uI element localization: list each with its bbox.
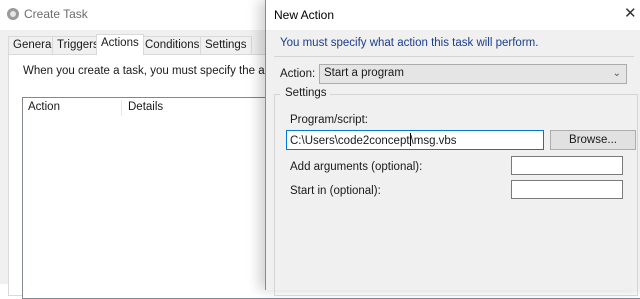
column-header-details[interactable]: Details [123, 98, 163, 117]
tab-actions[interactable]: Actions [96, 34, 144, 55]
action-select[interactable]: Start a program ⌄ [319, 64, 627, 84]
action-select-value: Start a program [324, 67, 404, 79]
program-script-label: Program/script: [290, 114, 368, 126]
new-action-titlebar: New Action ✕ [266, 0, 640, 30]
divider [274, 56, 634, 57]
add-arguments-label: Add arguments (optional): [290, 161, 423, 173]
close-icon[interactable]: ✕ [624, 5, 637, 23]
program-script-input[interactable]: C:\Users\code2concept\msg.vbs [286, 130, 544, 150]
browse-button[interactable]: Browse... [550, 130, 636, 150]
start-in-input[interactable] [511, 180, 623, 199]
add-arguments-input[interactable] [511, 156, 623, 175]
column-header-action[interactable]: Action [23, 98, 60, 117]
create-task-title: Create Task [24, 7, 88, 21]
task-scheduler-icon [7, 8, 19, 20]
start-in-label: Start in (optional): [290, 185, 381, 197]
new-action-title: New Action [274, 8, 335, 22]
settings-legend: Settings [280, 87, 330, 99]
program-script-value: C:\Users\code2concept\msg.vbs [290, 133, 457, 147]
column-separator[interactable] [121, 100, 122, 116]
instruction-text: You must specify what action this task w… [280, 37, 539, 49]
tab-conditions[interactable]: Conditions [140, 36, 205, 54]
action-label: Action: [280, 68, 316, 80]
new-action-dialog: New Action ✕ You must specify what actio… [265, 0, 640, 296]
tab-settings[interactable]: Settings [200, 36, 252, 54]
chevron-down-icon[interactable]: ⌄ [613, 65, 621, 83]
